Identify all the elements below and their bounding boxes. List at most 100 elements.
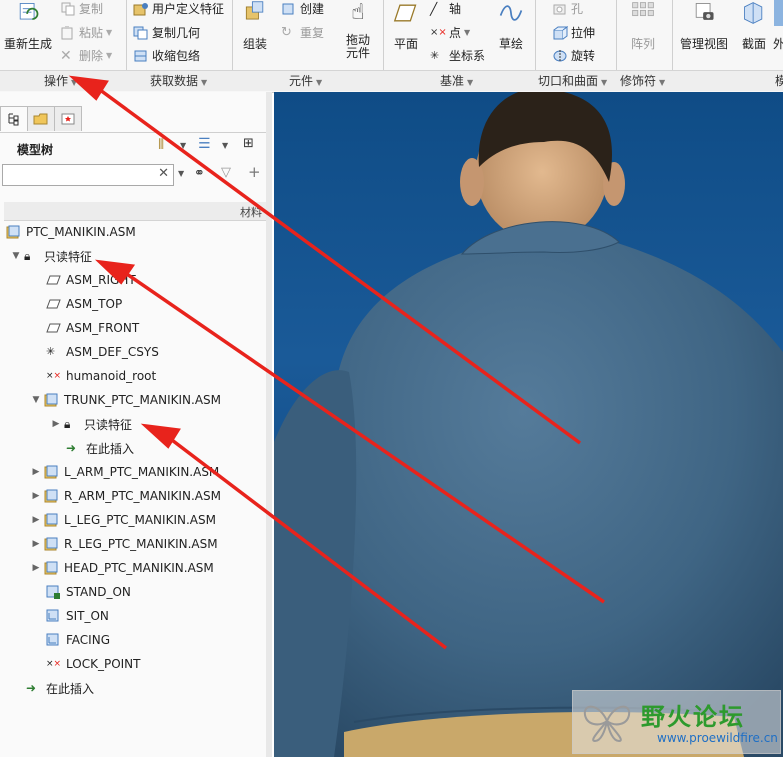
- camera-icon: [695, 3, 714, 20]
- tree-item-asm-top[interactable]: ASM_TOP: [46, 293, 122, 315]
- extrude-button[interactable]: 拉伸: [552, 24, 595, 41]
- assembly-icon: [44, 513, 58, 527]
- copy-geometry-button[interactable]: 复制几何: [133, 24, 200, 41]
- drag-components-button[interactable]: ☝ 拖动 元件: [343, 0, 373, 60]
- group-operations[interactable]: 操作 ▼: [44, 72, 77, 89]
- tree-item-label: TRUNK_PTC_MANIKIN.ASM: [64, 393, 221, 407]
- group-datum-label: 基准: [440, 74, 465, 88]
- manage-views-button[interactable]: 管理视图: [680, 0, 728, 51]
- tree-item-facing[interactable]: FACING: [46, 629, 110, 651]
- tree-item-trunk[interactable]: ▼ TRUNK_PTC_MANIKIN.ASM: [30, 389, 221, 411]
- tree-item-lock-point[interactable]: ×× LOCK_POINT: [46, 653, 140, 675]
- expand-triangle-icon[interactable]: ▶: [30, 515, 42, 525]
- tree-item-r-arm[interactable]: ▶ R_ARM_PTC_MANIKIN.ASM: [30, 485, 221, 507]
- copy-button[interactable]: 复制: [60, 0, 103, 17]
- redo-button[interactable]: ↻ 重复: [281, 24, 324, 41]
- folder-icon: [33, 113, 48, 125]
- chevron-down-icon: ▼: [601, 78, 608, 87]
- tree-item-head[interactable]: ▶ HEAD_PTC_MANIKIN.ASM: [30, 557, 214, 579]
- tree-item-r-leg[interactable]: ▶ R_LEG_PTC_MANIKIN.ASM: [30, 533, 218, 555]
- tree-item-root[interactable]: PTC_MANIKIN.ASM: [6, 221, 136, 243]
- tab-favorites[interactable]: [54, 106, 82, 131]
- plane-label: 平面: [393, 37, 418, 51]
- search-input[interactable]: ✕: [2, 164, 174, 186]
- assemble-button[interactable]: 组装: [240, 0, 270, 51]
- delete-button[interactable]: ✕ 删除 ▼: [60, 47, 112, 64]
- regenerate-label: 重新生成: [4, 37, 53, 51]
- group-modifiers[interactable]: 修饰符 ▼: [620, 72, 665, 89]
- paste-icon: [61, 25, 73, 39]
- tree-item-l-arm[interactable]: ▶ L_ARM_PTC_MANIKIN.ASM: [30, 461, 220, 483]
- expand-triangle-icon[interactable]: ▶: [50, 419, 62, 429]
- appearance-button[interactable]: 外: [773, 0, 783, 51]
- tab-folder-browser[interactable]: [27, 106, 55, 131]
- tree-item-l-leg[interactable]: ▶ L_LEG_PTC_MANIKIN.ASM: [30, 509, 216, 531]
- chevron-down-icon[interactable]: ▼: [222, 141, 228, 150]
- user-defined-feature-button[interactable]: 用户定义特征: [133, 0, 224, 17]
- collapse-triangle-icon[interactable]: ▼: [10, 251, 22, 261]
- plane-button[interactable]: 平面: [391, 0, 421, 51]
- assembly-icon: [44, 561, 58, 575]
- graphics-viewport[interactable]: [274, 92, 783, 757]
- group-partial-next[interactable]: 模: [775, 72, 783, 89]
- filter-icon[interactable]: ▽: [221, 165, 231, 180]
- copy-geometry-label: 复制几何: [152, 26, 201, 40]
- expand-triangle-icon[interactable]: ▶: [30, 539, 42, 549]
- tree-item-asm-def-csys[interactable]: ✳ ASM_DEF_CSYS: [46, 341, 159, 363]
- expand-triangle-icon[interactable]: ▶: [30, 467, 42, 477]
- sketch-button[interactable]: 草绘: [496, 0, 526, 51]
- copy-icon: [61, 2, 75, 15]
- delete-dropdown-icon[interactable]: ▼: [106, 51, 112, 60]
- star-icon: [61, 113, 75, 125]
- tree-settings-icon[interactable]: ☰: [198, 136, 211, 152]
- plus-icon[interactable]: +: [248, 163, 261, 181]
- group-modifiers-label: 修饰符: [620, 74, 657, 88]
- tree-item-insert-here[interactable]: ➜ 在此插入: [26, 677, 94, 699]
- group-component[interactable]: 元件 ▼: [289, 72, 322, 89]
- tree-item-sit-on[interactable]: SIT_ON: [46, 605, 109, 627]
- section-button[interactable]: 截面: [739, 0, 769, 51]
- shrinkwrap-button[interactable]: 收缩包络: [133, 47, 200, 64]
- tree-item-readonly-feature[interactable]: ▼ 🔒︎ 只读特征: [10, 245, 92, 267]
- group-datum[interactable]: 基准 ▼: [440, 72, 473, 89]
- appearance-icon: [774, 0, 783, 26]
- point-label: 点: [449, 26, 462, 40]
- group-get-data[interactable]: 获取数据 ▼: [150, 72, 207, 89]
- tree-item-trunk-readonly[interactable]: ▶ 🔒︎ 只读特征: [50, 413, 132, 435]
- udf-icon: [133, 2, 148, 15]
- column-header[interactable]: 材料: [4, 202, 266, 221]
- tree-item-humanoid-root[interactable]: ×× humanoid_root: [46, 365, 156, 387]
- tree-item-asm-right[interactable]: ASM_RIGHT: [46, 269, 136, 291]
- tree-item-stand-on[interactable]: STAND_ON: [46, 581, 131, 603]
- tab-model-tree[interactable]: [0, 106, 28, 131]
- point-dropdown-icon[interactable]: ▼: [464, 28, 470, 37]
- paste-dropdown-icon[interactable]: ▼: [106, 28, 112, 37]
- columns-icon[interactable]: ⦀: [158, 137, 164, 153]
- panel-scrollbar[interactable]: [266, 92, 272, 757]
- close-icon[interactable]: ✕: [158, 166, 169, 181]
- paste-button[interactable]: 粘贴 ▼: [60, 24, 112, 41]
- regenerate-button[interactable]: 重新生成: [4, 0, 52, 51]
- show-hide-icon[interactable]: ⊞: [243, 136, 254, 151]
- point-button[interactable]: ×× 点 ▼: [430, 24, 470, 41]
- collapse-triangle-icon[interactable]: ▼: [30, 395, 42, 405]
- create-button[interactable]: 创建: [281, 0, 324, 17]
- revolve-button[interactable]: 旋转: [552, 47, 595, 64]
- axis-button[interactable]: ╱ 轴: [430, 0, 461, 17]
- pattern-label: 阵列: [630, 37, 655, 51]
- csys-button[interactable]: ✳ 坐标系: [430, 47, 485, 64]
- hole-button[interactable]: 孔: [552, 0, 583, 17]
- chevron-down-icon[interactable]: ▼: [178, 169, 184, 178]
- pattern-button[interactable]: 阵列: [628, 0, 658, 51]
- tree-item-label: ASM_FRONT: [66, 321, 140, 335]
- expand-triangle-icon[interactable]: ▶: [30, 563, 42, 573]
- section-icon: [744, 2, 763, 24]
- tree-item-label: PTC_MANIKIN.ASM: [26, 225, 136, 239]
- tree-item-asm-front[interactable]: ASM_FRONT: [46, 317, 139, 339]
- binoculars-icon[interactable]: ⚭: [194, 166, 205, 181]
- group-cut-surface[interactable]: 切口和曲面 ▼: [538, 72, 607, 89]
- expand-triangle-icon[interactable]: ▶: [30, 491, 42, 501]
- assembly-icon: [44, 465, 58, 479]
- chevron-down-icon[interactable]: ▼: [180, 141, 186, 150]
- tree-item-trunk-insert-here[interactable]: ➜ 在此插入: [66, 437, 134, 459]
